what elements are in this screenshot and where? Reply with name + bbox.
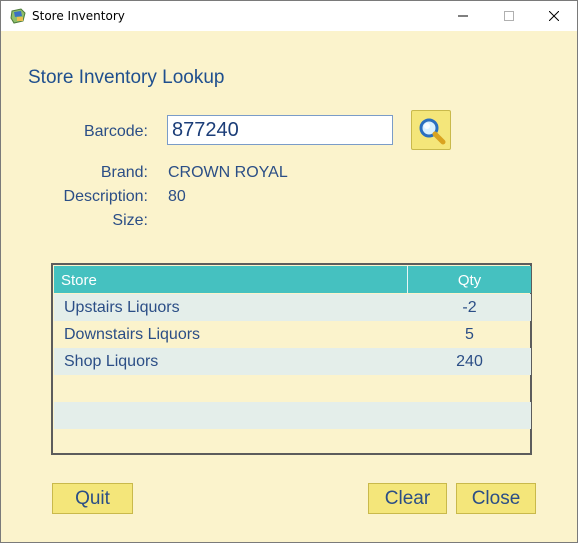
table-row[interactable]: Upstairs Liquors -2 [54,294,531,321]
table-row[interactable] [54,402,531,429]
store-inventory-window: Store Inventory Store Inventory Lookup B… [0,0,578,543]
close-icon [549,11,559,21]
table-row[interactable]: Shop Liquors 240 [54,348,531,375]
table-row[interactable] [54,429,531,453]
qty-cell: 5 [465,326,474,343]
column-header-qty[interactable]: Qty [408,272,531,289]
store-inventory-app-icon [9,8,27,24]
search-button[interactable] [411,110,451,150]
column-header-store[interactable]: Store [61,272,97,289]
minimize-icon [458,15,468,17]
description-value: 80 [168,188,186,205]
maximize-button[interactable] [486,1,532,31]
minimize-button[interactable] [440,1,486,31]
store-cell: Shop Liquors [64,353,159,370]
table-row[interactable]: Downstairs Liquors 5 [54,321,531,348]
page-title: Store Inventory Lookup [28,67,225,88]
table-row[interactable] [54,375,531,402]
store-cell: Downstairs Liquors [64,326,201,343]
magnifier-search-icon [419,118,446,145]
quit-button[interactable]: Quit [52,483,133,514]
barcode-label: Barcode: [83,123,148,140]
window-title: Store Inventory [32,9,125,23]
close-window-button[interactable] [531,1,577,31]
brand-value: CROWN ROYAL [168,164,288,181]
qty-cell: -2 [462,299,477,316]
description-label: Description: [63,188,148,205]
maximize-icon [504,11,514,21]
title-bar[interactable]: Store Inventory [1,1,577,31]
close-button[interactable]: Close [456,483,536,514]
size-label: Size: [112,212,148,229]
qty-cell: 240 [456,353,483,370]
brand-label: Brand: [100,164,148,181]
inventory-grid[interactable]: Store Qty Upstairs Liquors -2 Downstairs… [51,263,532,455]
store-cell: Upstairs Liquors [64,299,180,316]
barcode-input[interactable] [167,115,393,145]
clear-button[interactable]: Clear [368,483,447,514]
grid-header: Store Qty [54,266,531,293]
